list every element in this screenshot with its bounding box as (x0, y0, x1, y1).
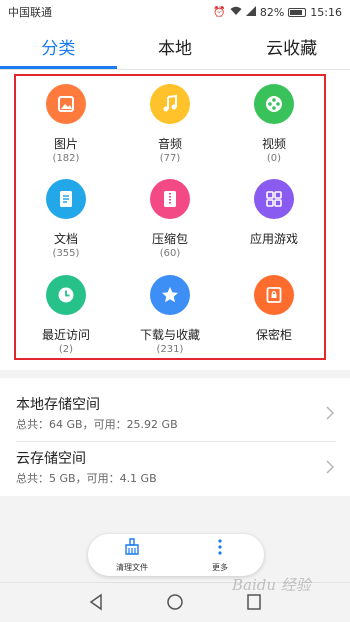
category-video[interactable]: 视频 (0) (222, 74, 326, 169)
storage-section: 本地存储空间 总共：64 GB，可用：25.92 GB 云存储空间 总共：5 G… (0, 378, 350, 496)
broom-icon (123, 537, 141, 560)
document-icon (46, 179, 86, 220)
more-button[interactable]: 更多 (176, 534, 264, 576)
category-audio[interactable]: 音频 (77) (118, 74, 222, 169)
category-grid: 图片 (182) 音频 (77) 视频 (0) 文档 (355) 压缩包 (60… (14, 74, 326, 360)
more-vertical-icon (211, 538, 229, 560)
clean-files-button[interactable]: 清理文件 (88, 534, 176, 576)
category-downloads-favorites[interactable]: 下载与收藏 (231) (118, 265, 222, 360)
category-count: (355) (52, 248, 80, 260)
carrier-label: 中国联通 (8, 6, 52, 19)
category-label: 保密柜 (255, 327, 292, 342)
music-icon (150, 84, 190, 124)
category-count: (77) (159, 153, 181, 164)
category-archives[interactable]: 压缩包 (60) (118, 169, 222, 264)
chevron-right-icon (326, 405, 335, 424)
safe-icon (254, 274, 294, 315)
category-label: 文档 (53, 232, 78, 247)
tab-cloud-favorites[interactable]: 云收藏 (233, 24, 350, 69)
category-documents[interactable]: 文档 (355) (14, 169, 118, 264)
local-storage-row[interactable]: 本地存储空间 总共：64 GB，可用：25.92 GB (16, 388, 336, 442)
film-icon (254, 84, 294, 124)
status-indicators: ⏰ 82% 15:16 (213, 5, 342, 19)
status-bar: 中国联通 ⏰ 82% 15:16 (0, 0, 350, 24)
more-label: 更多 (212, 562, 228, 572)
cloud-storage-title: 云存储空间 (16, 451, 86, 467)
tab-local[interactable]: 本地 (117, 24, 234, 69)
back-icon[interactable] (88, 593, 104, 615)
chevron-right-icon (326, 459, 335, 478)
category-count: (2) (58, 343, 74, 355)
bottom-action-bar: 清理文件 更多 (88, 534, 264, 576)
battery-percent: 82% (259, 5, 285, 19)
category-label: 最近访问 (41, 327, 90, 342)
category-label: 图片 (53, 137, 78, 151)
category-recent[interactable]: 最近访问 (2) (14, 265, 118, 360)
category-label: 视频 (261, 137, 286, 151)
local-storage-detail: 总共：64 GB，可用：25.92 GB (16, 418, 178, 431)
category-images[interactable]: 图片 (182) (14, 74, 118, 169)
category-label: 音频 (157, 137, 182, 151)
cloud-storage-row[interactable]: 云存储空间 总共：5 GB，可用：4.1 GB (16, 442, 336, 496)
category-count: (231) (156, 343, 184, 355)
clock-time: 15:16 (310, 5, 342, 19)
clean-files-label: 清理文件 (116, 562, 148, 572)
category-label: 应用游戏 (249, 232, 298, 247)
zip-icon (150, 179, 190, 220)
local-storage-title: 本地存储空间 (16, 397, 100, 413)
category-count: (0) (266, 153, 282, 164)
category-label: 压缩包 (151, 232, 188, 247)
signal-icon (245, 5, 256, 19)
battery-icon (288, 7, 307, 17)
tab-bar: 分类 本地 云收藏 (0, 24, 350, 69)
category-apps-games[interactable]: 应用游戏 (222, 169, 326, 264)
tab-category[interactable]: 分类 (0, 24, 117, 69)
recent-apps-icon[interactable] (246, 593, 262, 615)
baidu-watermark: Baidu 经验 (232, 576, 311, 594)
wifi-icon (230, 6, 242, 19)
apps-icon (254, 179, 294, 220)
cloud-storage-detail: 总共：5 GB，可用：4.1 GB (16, 472, 157, 485)
home-icon[interactable] (166, 593, 184, 615)
clock-icon (46, 274, 86, 315)
category-safe[interactable]: 保密柜 (222, 265, 326, 360)
alarm-icon: ⏰ (213, 6, 226, 18)
category-label: 下载与收藏 (139, 327, 200, 342)
star-icon (150, 274, 190, 315)
image-icon (46, 84, 86, 124)
category-count: (60) (159, 248, 181, 260)
category-count: (182) (52, 153, 80, 164)
